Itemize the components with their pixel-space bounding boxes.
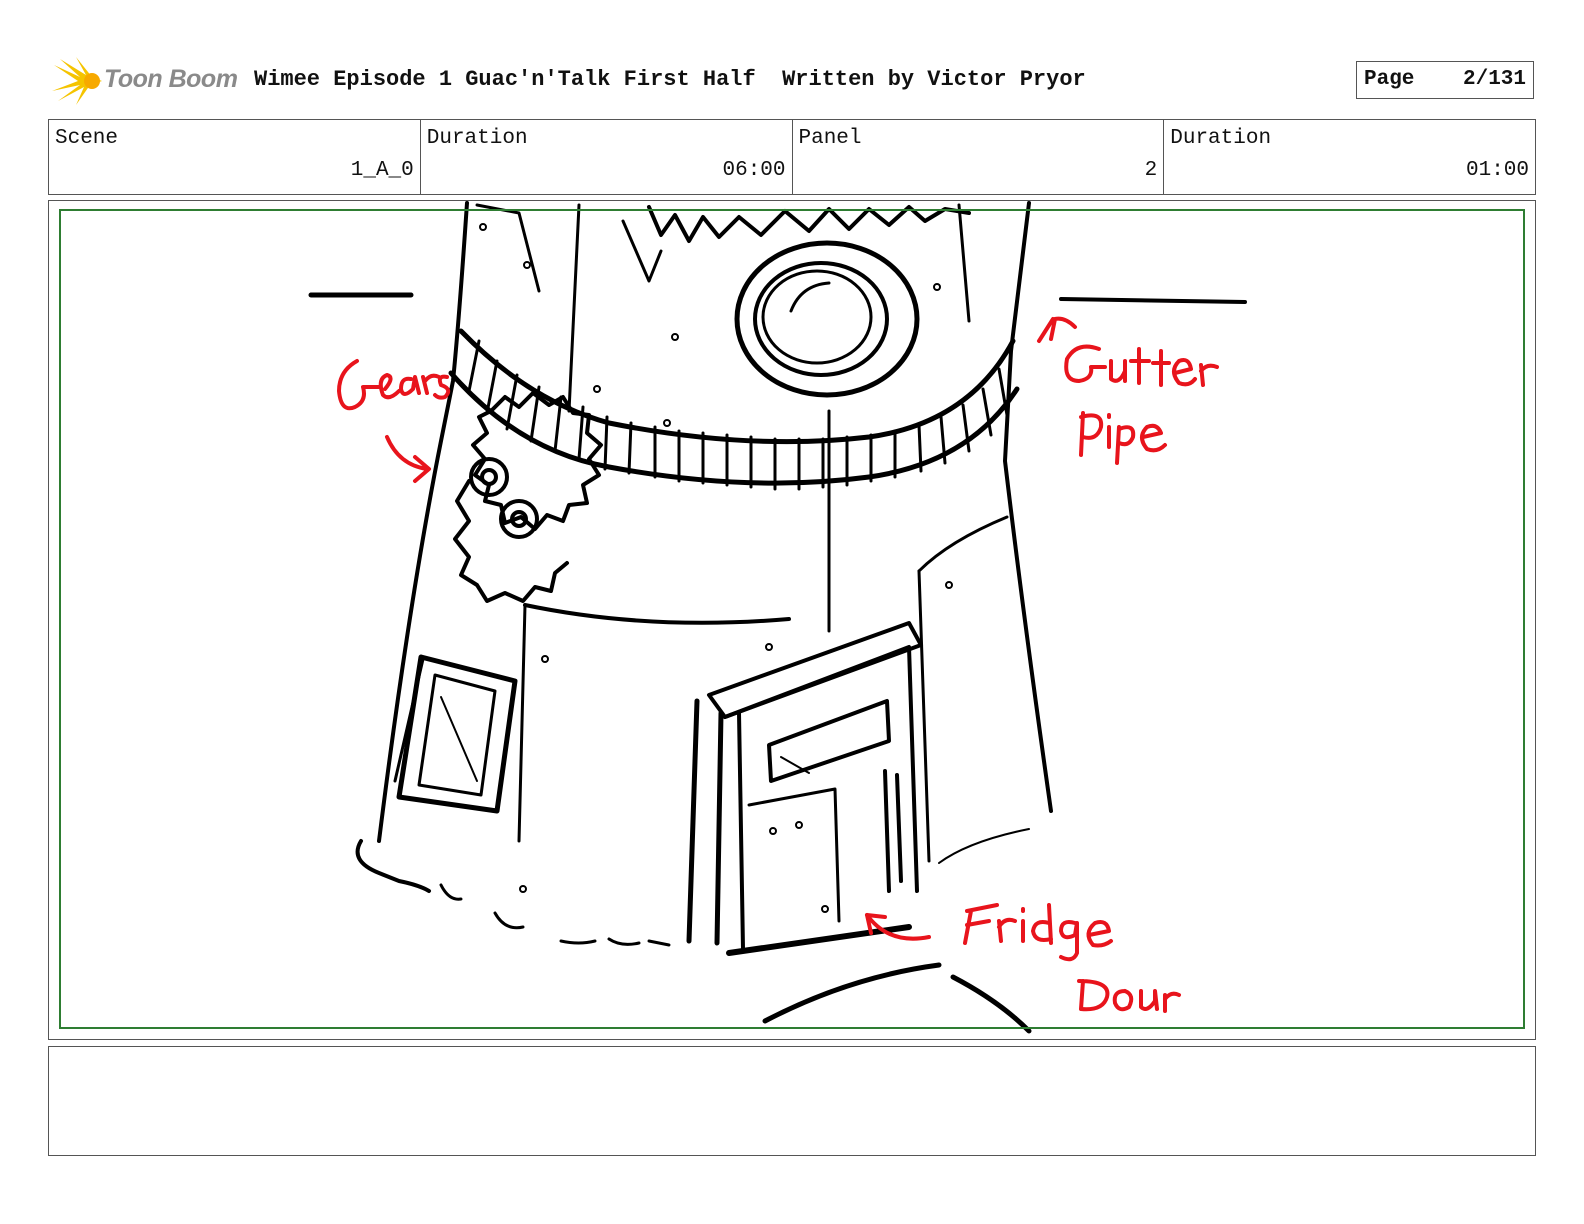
tower-sketch	[308, 201, 1247, 1034]
scene-duration-label: Duration	[426, 127, 528, 150]
dialogue-notes-box	[48, 1046, 1536, 1156]
starburst-icon	[52, 57, 102, 105]
page-number: 2/131	[1462, 68, 1526, 91]
page-indicator: Page 2/131	[1356, 61, 1534, 99]
page-label: Page	[1364, 68, 1415, 91]
panel-value: 2	[1144, 159, 1158, 182]
panel-cell: Panel 2	[793, 120, 1165, 194]
panel-label: Panel	[798, 127, 862, 150]
scene-duration-value: 06:00	[722, 159, 786, 182]
panel-duration-value: 01:00	[1465, 159, 1529, 182]
document-title: Wimee Episode 1 Guac'n'Talk First Half W…	[254, 67, 1086, 92]
storyboard-panel	[48, 200, 1536, 1040]
toon-boom-logo: Toon Boom	[50, 55, 240, 107]
scene-duration-cell: Duration 06:00	[421, 120, 793, 194]
scene-value: 1_A_0	[350, 159, 414, 182]
panel-duration-cell: Duration 01:00	[1164, 120, 1535, 194]
scene-cell: Scene 1_A_0	[49, 120, 421, 194]
panel-duration-label: Duration	[1170, 127, 1272, 150]
logo-wordmark: Toon Boom	[104, 65, 238, 93]
scene-info-table: Scene 1_A_0 Duration 06:00 Panel 2 Durat…	[48, 119, 1536, 195]
scene-label: Scene	[55, 127, 119, 150]
